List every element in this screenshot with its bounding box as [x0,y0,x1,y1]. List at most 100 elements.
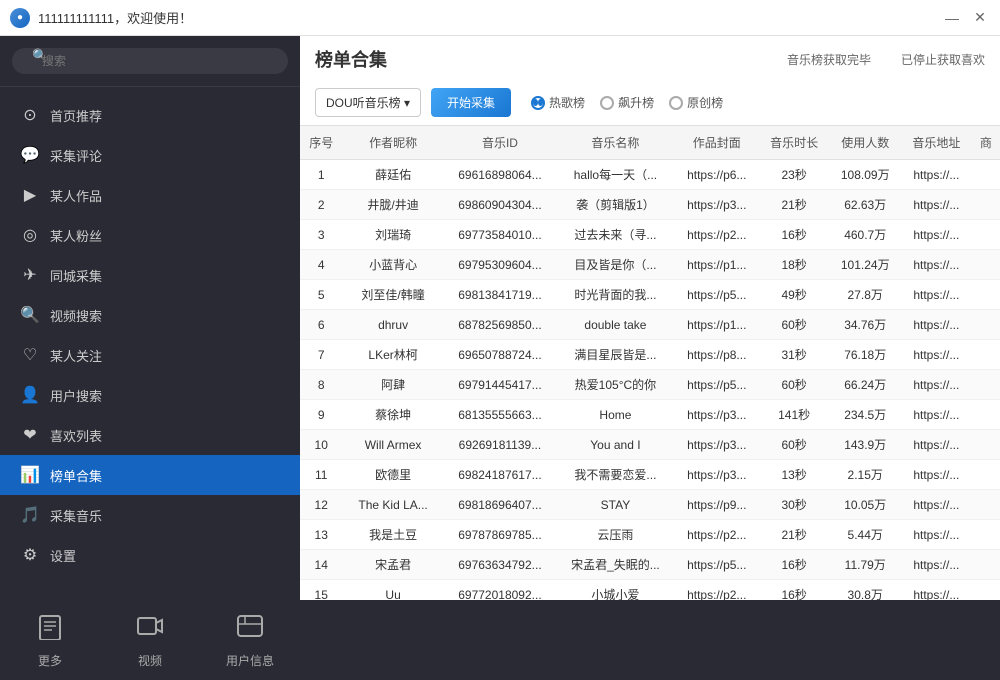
table-cell-2: 69791445417... [444,370,556,400]
sidebar-item-collect-music[interactable]: 🎵 采集音乐 [0,495,300,535]
nav-icon-someone-fans: ◎ [20,225,40,245]
table-cell-8 [972,160,1000,190]
table-cell-2: 69616898064... [444,160,556,190]
search-input[interactable] [12,48,288,74]
table-row[interactable]: 7LKer林柯69650788724...满目星辰皆是...https://p8… [300,340,1000,370]
sidebar-item-someone-works[interactable]: ▶ 某人作品 [0,175,300,215]
table-cell-3: Home [556,400,675,430]
table-cell-7: https://... [901,250,972,280]
table-row[interactable]: 1薛廷佑69616898064...hallo每一天（...https://p6… [300,160,1000,190]
table-cell-3: hallo每一天（... [556,160,675,190]
sidebar-item-chart-list[interactable]: 📊榜单合集 [0,455,300,495]
sidebar-item-someone-follow[interactable]: ♡某人关注 [0,335,300,375]
th-音乐名称: 音乐名称 [556,126,675,160]
table-header-row: 序号作者昵称音乐ID音乐名称作品封面音乐时长使用人数音乐地址商 [300,126,1000,160]
table-cell-8 [972,190,1000,220]
table-row[interactable]: 11欧德里69824187617...我不需要恋爱...https://p3..… [300,460,1000,490]
table-cell-8 [972,460,1000,490]
table-cell-0: 9 [300,400,342,430]
sidebar-item-video-search[interactable]: 🔍视频搜索 [0,295,300,335]
radio-rise[interactable]: 飙升榜 [600,94,654,111]
table-row[interactable]: 15Uu69772018092...小城小爱https://p2...16秒30… [300,580,1000,601]
table-cell-0: 15 [300,580,342,601]
table-cell-1: dhruv [342,310,443,340]
table-cell-2: 69818696407... [444,490,556,520]
table-cell-7: https://... [901,190,972,220]
table-cell-0: 4 [300,250,342,280]
table-row[interactable]: 3刘瑞琦69773584010...过去未来（寻...https://p2...… [300,220,1000,250]
table-cell-5: 23秒 [759,160,830,190]
table-cell-1: 蔡徐坤 [342,400,443,430]
collect-button[interactable]: 开始采集 [431,88,511,117]
table-cell-3: 我不需要恋爱... [556,460,675,490]
table-cell-7: https://... [901,400,972,430]
nav-label-local-collect: 同城采集 [50,266,102,285]
table-cell-3: 热爱105°C的你 [556,370,675,400]
table-cell-4: https://p5... [675,280,759,310]
sidebar-item-collect-comment[interactable]: 💬采集评论 [0,135,300,175]
table-row[interactable]: 14宋孟君69763634792...宋孟君_失眠的...https://p5.… [300,550,1000,580]
table-cell-5: 13秒 [759,460,830,490]
table-row[interactable]: 2井胧/井迪69860904304...袭（剪辑版1）https://p3...… [300,190,1000,220]
nav-icon-someone-works: ▶ [20,185,40,205]
table-cell-4: https://p1... [675,250,759,280]
table-cell-0: 1 [300,160,342,190]
table-cell-2: 69795309604... [444,250,556,280]
bottom-icon-video [136,612,164,647]
table-row[interactable]: 13我是土豆69787869785...云压雨https://p2...21秒5… [300,520,1000,550]
table-cell-4: https://p9... [675,490,759,520]
bottom-item-video[interactable]: 视频 [100,600,200,680]
table-cell-8 [972,370,1000,400]
table-cell-4: https://p3... [675,400,759,430]
table-cell-5: 60秒 [759,430,830,460]
table-row[interactable]: 12The Kid LA...69818696407...STAYhttps:/… [300,490,1000,520]
nav-icon-someone-follow: ♡ [20,345,40,365]
nav-label-someone-fans: 某人粉丝 [50,226,102,245]
chart-dropdown[interactable]: DOU听音乐榜 ▾ [315,88,421,117]
radio-hot[interactable]: 热歌榜 [531,94,585,111]
table-cell-5: 21秒 [759,190,830,220]
table-cell-0: 3 [300,220,342,250]
bottom-item-more[interactable]: 更多 [0,600,100,680]
table-cell-7: https://... [901,280,972,310]
close-button[interactable]: ✕ [970,8,990,28]
table-cell-7: https://... [901,310,972,340]
nav-icon-like-list: ❤ [20,425,40,445]
sidebar-nav: ⊙首页推荐💬采集评论 ▶ 某人作品 ◎ 某人粉丝 ✈同城采集🔍视频搜索♡某人关注👤用户搜索… [0,87,300,600]
table-cell-6: 2.15万 [829,460,901,490]
sidebar-item-local-collect[interactable]: ✈同城采集 [0,255,300,295]
bottom-item-user-info[interactable]: 用户信息 [200,600,300,680]
table-cell-5: 16秒 [759,580,830,601]
table-row[interactable]: 6dhruv68782569850...double takehttps://p… [300,310,1000,340]
bottom-bar: 更多视频用户信息 [0,600,1000,680]
sidebar-item-like-list[interactable]: ❤喜欢列表 [0,415,300,455]
table-cell-5: 21秒 [759,520,830,550]
table-row[interactable]: 10Will Armex69269181139...You and Ihttps… [300,430,1000,460]
nav-icon-collect-music: 🎵 [20,505,40,525]
table-row[interactable]: 4小蓝背心69795309604...目及皆是你（...https://p1..… [300,250,1000,280]
sidebar-item-home[interactable]: ⊙首页推荐 [0,95,300,135]
table-cell-7: https://... [901,340,972,370]
table-cell-8 [972,220,1000,250]
table-cell-6: 27.8万 [829,280,901,310]
content-header: 榜单合集 音乐榜获取完毕 已停止获取喜欢 DOU听音乐榜 ▾ 开始采集 热歌榜 [300,36,1000,126]
table-row[interactable]: 9蔡徐坤68135555663...Homehttps://p3...141秒2… [300,400,1000,430]
sidebar-item-user-search[interactable]: 👤用户搜索 [0,375,300,415]
radio-original-circle [669,96,683,110]
minimize-button[interactable]: — [942,8,962,28]
table-cell-7: https://... [901,220,972,250]
table-row[interactable]: 5刘至佳/韩瞳69813841719...时光背面的我...https://p5… [300,280,1000,310]
table-cell-5: 30秒 [759,490,830,520]
nav-label-collect-music: 采集音乐 [50,506,102,525]
sidebar-item-settings[interactable]: ⚙设置 [0,535,300,575]
table-row[interactable]: 8阿肆69791445417...热爱105°C的你https://p5...6… [300,370,1000,400]
nav-icon-chart-list: 📊 [20,465,40,485]
table-cell-1: 小蓝背心 [342,250,443,280]
nav-label-someone-works: 某人作品 [50,186,102,205]
table-cell-2: 69773584010... [444,220,556,250]
radio-original[interactable]: 原创榜 [669,94,723,111]
table-cell-1: 欧德里 [342,460,443,490]
sidebar-item-someone-fans[interactable]: ◎ 某人粉丝 [0,215,300,255]
radio-hot-label: 热歌榜 [549,94,585,111]
header-status-area: 音乐榜获取完毕 已停止获取喜欢 [787,51,985,68]
